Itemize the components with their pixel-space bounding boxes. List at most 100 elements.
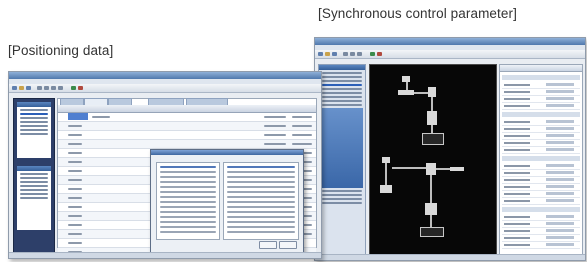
cut-icon[interactable]	[350, 52, 355, 56]
tree-item[interactable]	[322, 88, 362, 90]
tree-item[interactable]	[322, 72, 362, 74]
table-row[interactable]	[58, 131, 316, 140]
tree-item[interactable]	[20, 197, 48, 199]
tree-item-selected[interactable]	[20, 113, 48, 115]
cam-block[interactable]	[450, 167, 464, 171]
property-row[interactable]	[502, 82, 580, 89]
output-axis-box[interactable]	[420, 227, 444, 237]
speed-change-gear-block[interactable]	[425, 203, 437, 215]
tree-item[interactable]	[20, 121, 48, 123]
tree-item[interactable]	[322, 92, 362, 94]
tree-item[interactable]	[20, 109, 48, 111]
property-row[interactable]	[502, 140, 580, 147]
table-row[interactable]	[58, 122, 316, 131]
print-icon[interactable]	[343, 52, 348, 56]
tree-item[interactable]	[322, 80, 362, 82]
property-row[interactable]	[502, 235, 580, 242]
print-icon[interactable]	[37, 86, 42, 90]
window-title-bar[interactable]	[315, 38, 585, 45]
new-icon[interactable]	[318, 52, 323, 56]
gear-block[interactable]	[398, 90, 414, 95]
tree-item[interactable]	[322, 76, 362, 78]
speed-change-gear-block[interactable]	[427, 111, 437, 125]
property-row[interactable]	[502, 198, 580, 205]
dialog-setting-list[interactable]	[223, 162, 299, 240]
navigation-panel	[321, 108, 363, 188]
tree-item[interactable]	[322, 202, 362, 204]
status-bar	[315, 254, 585, 260]
property-row[interactable]	[502, 163, 580, 170]
property-group[interactable]	[502, 156, 580, 161]
open-icon[interactable]	[19, 86, 24, 90]
open-icon[interactable]	[325, 52, 330, 56]
save-icon[interactable]	[332, 52, 337, 56]
property-row[interactable]	[502, 228, 580, 235]
tree-item[interactable]	[322, 190, 362, 192]
property-row[interactable]	[502, 89, 580, 96]
property-row[interactable]	[502, 170, 580, 177]
navigation-header	[17, 102, 51, 107]
tree-item[interactable]	[20, 133, 48, 135]
tree-item[interactable]	[20, 181, 48, 183]
write-icon[interactable]	[71, 86, 76, 90]
property-row[interactable]	[502, 184, 580, 191]
cancel-button[interactable]	[279, 241, 297, 249]
tree-item-selected[interactable]	[322, 84, 362, 86]
tree-item[interactable]	[20, 177, 48, 179]
copy-icon[interactable]	[51, 86, 56, 90]
stop-icon[interactable]	[377, 52, 382, 56]
table-row[interactable]	[58, 113, 316, 122]
project-navigation-pane	[13, 98, 55, 254]
run-icon[interactable]	[370, 52, 375, 56]
positioning-data-caption: [Positioning data]	[8, 43, 114, 58]
paste-icon[interactable]	[58, 86, 63, 90]
ok-button[interactable]	[259, 241, 277, 249]
property-row[interactable]	[502, 133, 580, 140]
property-group[interactable]	[502, 75, 580, 80]
connection-line	[385, 163, 387, 185]
property-row[interactable]	[502, 177, 580, 184]
property-row[interactable]	[502, 147, 580, 154]
new-icon[interactable]	[12, 86, 17, 90]
project-tree-panel	[17, 102, 51, 158]
dialog-item-list[interactable]	[156, 162, 220, 240]
dialog-title-bar[interactable]	[151, 150, 303, 155]
output-axis-box[interactable]	[422, 133, 444, 145]
window-title-bar[interactable]	[9, 72, 321, 79]
gear-block[interactable]	[380, 185, 392, 193]
connection-line	[431, 97, 433, 111]
copy-icon[interactable]	[357, 52, 362, 56]
property-row[interactable]	[502, 119, 580, 126]
property-row[interactable]	[502, 126, 580, 133]
parameter-property-panel	[499, 64, 583, 256]
cut-icon[interactable]	[44, 86, 49, 90]
tree-item[interactable]	[20, 125, 48, 127]
tree-item[interactable]	[20, 189, 48, 191]
tree-item[interactable]	[322, 96, 362, 98]
connection-line	[430, 215, 432, 227]
save-icon[interactable]	[26, 86, 31, 90]
property-group[interactable]	[502, 207, 580, 212]
property-row[interactable]	[502, 191, 580, 198]
property-row[interactable]	[502, 221, 580, 228]
tree-item[interactable]	[20, 185, 48, 187]
property-row[interactable]	[502, 103, 580, 110]
tree-item[interactable]	[20, 129, 48, 131]
tree-item[interactable]	[20, 193, 48, 195]
positioning-data-setting-dialog	[150, 149, 304, 255]
tree-item[interactable]	[20, 117, 48, 119]
property-row[interactable]	[502, 96, 580, 103]
table-row[interactable]	[58, 140, 316, 149]
property-row[interactable]	[502, 214, 580, 221]
read-icon[interactable]	[78, 86, 83, 90]
property-row[interactable]	[502, 242, 580, 249]
tree-item[interactable]	[322, 198, 362, 200]
clutch-block[interactable]	[426, 163, 436, 175]
tree-item[interactable]	[20, 173, 48, 175]
tree-item[interactable]	[322, 194, 362, 196]
tree-item[interactable]	[322, 104, 362, 106]
property-group[interactable]	[502, 112, 580, 117]
clutch-block[interactable]	[428, 87, 436, 97]
synchronous-control-diagram-canvas[interactable]	[369, 64, 497, 256]
tree-item[interactable]	[322, 100, 362, 102]
